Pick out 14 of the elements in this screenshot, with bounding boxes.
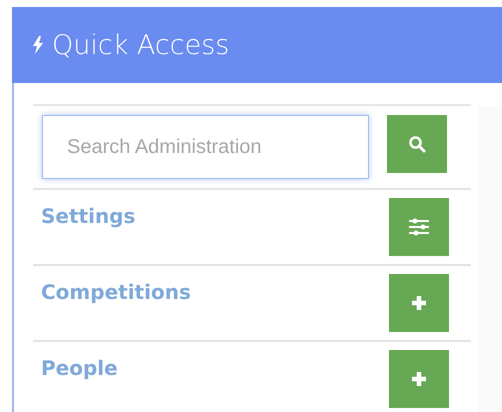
add-button[interactable] (389, 274, 449, 332)
sliders-icon (408, 217, 430, 237)
plus-icon (410, 294, 428, 312)
quick-access-link[interactable]: Competitions (41, 280, 191, 304)
lightning-icon (32, 36, 44, 54)
search-field[interactable]: Search Administration (42, 115, 369, 179)
settings-button[interactable] (389, 198, 449, 256)
search-icon (408, 135, 426, 153)
add-button[interactable] (389, 350, 449, 408)
plus-icon (410, 370, 428, 388)
search-button[interactable] (387, 115, 447, 173)
quick-access-link[interactable]: Settings (41, 204, 136, 228)
quick-access-link[interactable]: People (41, 356, 118, 380)
panel-title: Quick Access (52, 30, 230, 60)
